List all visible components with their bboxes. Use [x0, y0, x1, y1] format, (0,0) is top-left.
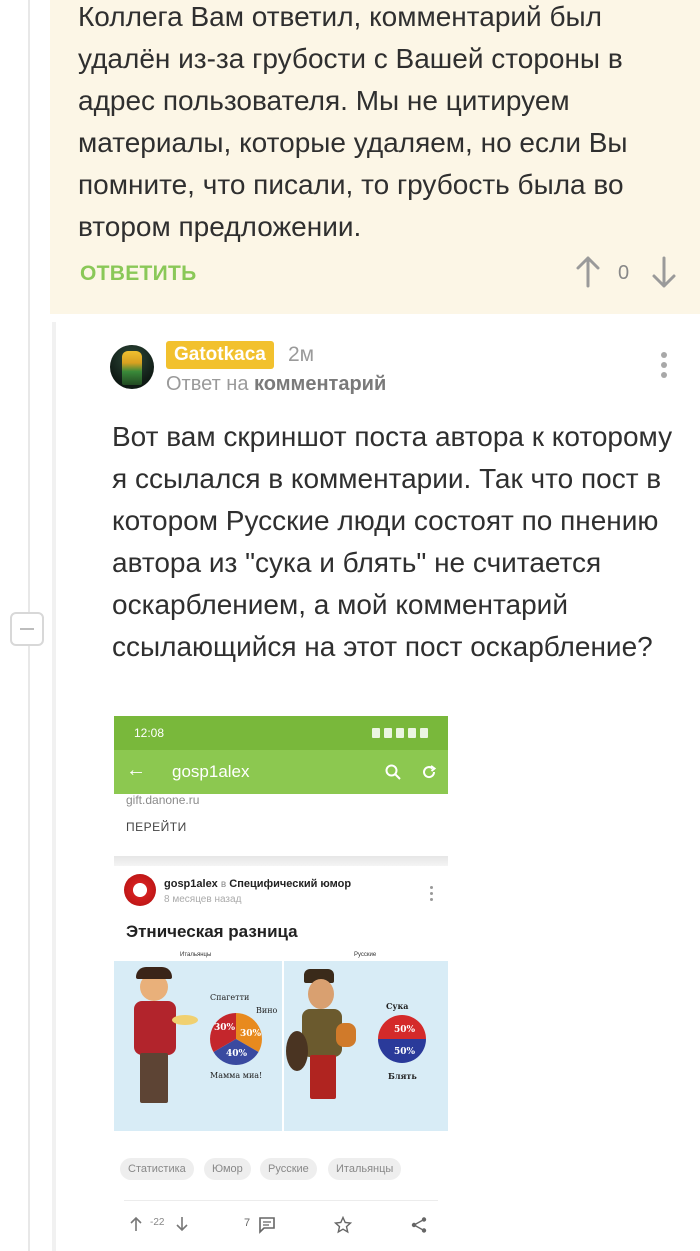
pie-label: Мамма миа! [210, 1071, 263, 1080]
post-time: 8 месяцев назад [164, 894, 242, 905]
tag-list: Статистика Юмор Русские Итальянцы [120, 1158, 448, 1182]
star-icon[interactable] [334, 1216, 352, 1234]
comment-rating: 0 [618, 262, 630, 284]
tag[interactable]: Итальянцы [328, 1158, 402, 1180]
parent-comment: Коллега Вам ответил, комментарий был уда… [50, 0, 700, 314]
comment-time: 2м [288, 343, 315, 366]
arrow-up-icon[interactable] [130, 1216, 142, 1232]
app-bar: ← gosp1alex [114, 750, 448, 794]
post-footer: -22 7 [114, 1204, 448, 1244]
arrow-down-icon[interactable] [650, 254, 678, 290]
pie-label: Сука [386, 1001, 409, 1011]
pie-value: 40% [226, 1049, 248, 1059]
ad-url: gift.danone.ru [126, 793, 200, 807]
label-russians: Русские [354, 952, 377, 958]
image-divider [282, 961, 284, 1131]
post-more-icon[interactable] [430, 886, 434, 902]
thread-line [28, 0, 30, 612]
collapse-thread-button[interactable] [10, 612, 44, 646]
post-in: в [220, 879, 227, 890]
comment-text: Коллега Вам ответил, комментарий был уда… [78, 1, 628, 242]
post-avatar[interactable] [124, 874, 156, 906]
avatar-figure [122, 351, 142, 385]
arrow-down-icon[interactable] [176, 1216, 188, 1232]
post-author-line: gosp1alex в Специфический юмор [164, 878, 351, 890]
search-icon[interactable] [384, 763, 402, 781]
arrow-up-icon[interactable] [574, 254, 602, 290]
label-italians: Итальянцы [180, 952, 212, 958]
status-time: 12:08 [134, 726, 165, 740]
comment-text: Вот вам скриншот поста автора к которому… [112, 421, 673, 662]
reply-border [52, 322, 56, 1251]
pie-value: 50% [394, 1025, 416, 1035]
pie-label: Спагетти [210, 993, 250, 1002]
pie-label: Вино [256, 1006, 278, 1015]
reply-to-link[interactable]: комментарий [254, 373, 386, 395]
tag[interactable]: Статистика [120, 1158, 194, 1180]
pie-value: 50% [394, 1047, 416, 1057]
post-image: Итальянцы Русские Спагетти Вино Мамма ми… [114, 952, 448, 1131]
reply-to: Ответ на комментарий [166, 373, 386, 396]
post-title: Этническая разница [126, 922, 298, 941]
pie-value: 30% [240, 1029, 262, 1039]
more-options-icon[interactable] [656, 350, 672, 380]
attached-screenshot[interactable]: 12:08 ← gosp1alex gift.danone.ru ПЕРЕЙТИ… [114, 716, 448, 1251]
tag[interactable]: Русские [260, 1158, 317, 1180]
post-rating: -22 [150, 1217, 165, 1228]
author-badge[interactable]: Gatotkaca [166, 341, 274, 369]
thread-line [28, 646, 30, 1251]
comment-icon[interactable] [258, 1216, 276, 1234]
ad-link[interactable]: ПЕРЕЙТИ [126, 820, 187, 834]
reply-to-prefix: Ответ на [166, 373, 249, 395]
post-author[interactable]: gosp1alex [164, 878, 218, 890]
pie-value: 30% [214, 1023, 236, 1033]
status-bar: 12:08 [114, 716, 448, 750]
divider [124, 1200, 438, 1201]
pie-label: Блять [388, 1071, 417, 1081]
divider [114, 856, 448, 866]
reply-button[interactable]: ОТВЕТИТЬ [80, 262, 197, 286]
avatar[interactable] [110, 345, 154, 389]
app-bar-title: gosp1alex [172, 762, 250, 781]
refresh-icon[interactable] [420, 763, 438, 781]
right-pie-chart [378, 1015, 426, 1063]
minus-icon [20, 628, 34, 630]
post-community[interactable]: Специфический юмор [229, 878, 351, 890]
back-arrow-icon[interactable]: ← [126, 759, 146, 782]
share-icon[interactable] [410, 1216, 428, 1234]
comment-count: 7 [244, 1217, 251, 1229]
post-card: gosp1alex в Специфический юмор 8 месяцев… [114, 866, 448, 1251]
status-icons [368, 727, 434, 739]
ad-card: gift.danone.ru ПЕРЕЙТИ [114, 793, 448, 856]
tag[interactable]: Юмор [204, 1158, 251, 1180]
